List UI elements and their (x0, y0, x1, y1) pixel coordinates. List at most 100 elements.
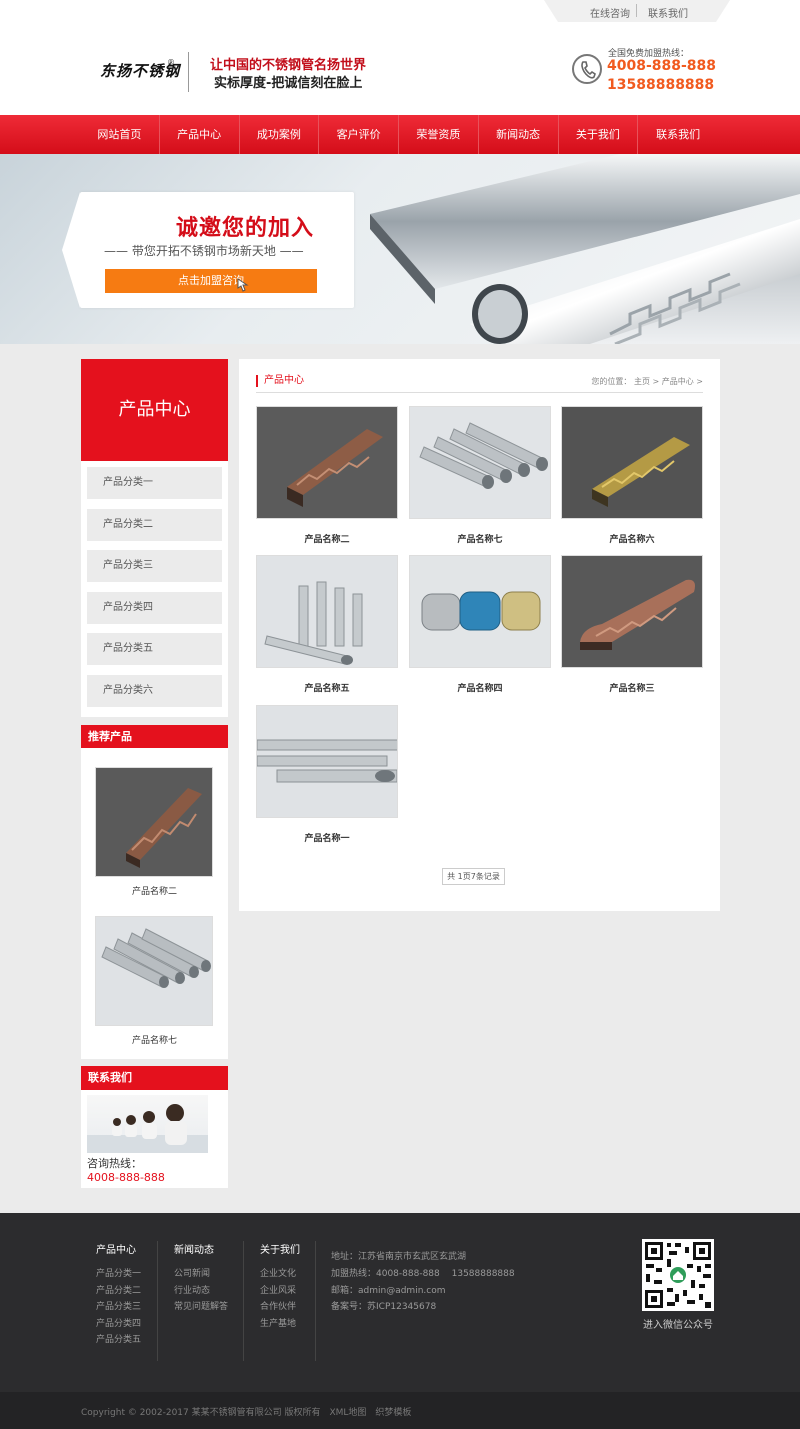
product-card[interactable]: 产品名称四 (409, 555, 551, 694)
footer-link[interactable]: 产品分类二 (96, 1283, 141, 1300)
footer-link[interactable]: 企业文化 (260, 1266, 300, 1283)
wechat-qr-code (642, 1239, 714, 1311)
sidebar-title: 产品中心 (81, 359, 228, 461)
product-card[interactable]: 产品名称三 (561, 555, 703, 694)
category-item-4[interactable]: 产品分类四 (87, 592, 222, 624)
hotline-number-2: 13588888888 (607, 77, 715, 93)
footer-column-title[interactable]: 新闻动态 (174, 1241, 228, 1256)
footer-column-products: 产品中心 产品分类一 产品分类二 产品分类三 产品分类四 产品分类五 (96, 1241, 141, 1349)
main-nav: 网站首页 产品中心 成功案例 客户评价 荣誉资质 新闻动态 关于我们 联系我们 (0, 115, 800, 154)
footer-column-news: 新闻动态 公司新闻 行业动态 常见问题解答 (174, 1241, 228, 1316)
footer-link[interactable]: 合作伙伴 (260, 1299, 300, 1316)
nav-item-about[interactable]: 关于我们 (559, 115, 639, 154)
category-item-3[interactable]: 产品分类三 (87, 550, 222, 582)
nav-item-cases[interactable]: 成功案例 (240, 115, 320, 154)
product-card[interactable]: 产品名称五 (256, 555, 398, 694)
footer-email: 邮箱：admin@admin.com (331, 1286, 446, 1296)
nav-item-honors[interactable]: 荣誉资质 (399, 115, 479, 154)
footer-link[interactable]: 常见问题解答 (174, 1299, 228, 1316)
banner-subtitle: —— 带您开拓不锈钢市场新天地 —— (104, 244, 304, 258)
registered-mark: ® (167, 58, 175, 67)
contact-hotline-number: 4008-888-888 (87, 1171, 165, 1184)
hero-banner: 诚邀您的加入 —— 带您开拓不锈钢市场新天地 —— 点击加盟咨询 (0, 154, 800, 344)
nav-item-home[interactable]: 网站首页 (80, 115, 160, 154)
product-image[interactable] (409, 406, 551, 519)
online-consult-link[interactable]: 在线咨询 (590, 5, 630, 20)
footer-hotline: 加盟热线：4008-888-888 13588888888 (331, 1269, 515, 1279)
contact-us-link[interactable]: 联系我们 (648, 5, 688, 20)
nav-item-contact[interactable]: 联系我们 (638, 115, 718, 154)
product-name[interactable]: 产品名称二 (256, 532, 398, 545)
product-name[interactable]: 产品名称四 (409, 681, 551, 694)
contact-box: 咨询热线： 4008-888-888 (81, 1090, 228, 1188)
slogan-line-1: 让中国的不锈钢管名扬世界 (210, 58, 367, 73)
recommend-image-1[interactable] (95, 767, 213, 877)
footer-divider (315, 1241, 316, 1361)
footer-link[interactable]: 公司新闻 (174, 1266, 228, 1283)
product-name[interactable]: 产品名称三 (561, 681, 703, 694)
footer-link[interactable]: 企业风采 (260, 1283, 300, 1300)
category-item-5[interactable]: 产品分类五 (87, 633, 222, 665)
footer-column-about: 关于我们 企业文化 企业风采 合作伙伴 生产基地 (260, 1241, 300, 1332)
contact-hotline-label: 咨询热线： (87, 1157, 142, 1170)
product-card[interactable]: 产品名称二 (256, 406, 398, 545)
category-item-2[interactable]: 产品分类二 (87, 509, 222, 541)
phone-icon (572, 54, 602, 84)
product-card[interactable]: 产品名称七 (409, 406, 551, 545)
product-panel: 产品中心 您的位置： 主页 > 产品中心 > 产品名称二 产品名称七 产品名称六… (239, 359, 720, 911)
slogan-line-2: 实标厚度-把诚信刻在脸上 (214, 76, 363, 91)
product-image[interactable] (561, 555, 703, 668)
footer-address: 地址：江苏省南京市玄武区玄武湖 (331, 1252, 467, 1262)
footer-link[interactable]: 生产基地 (260, 1316, 300, 1333)
recommend-image-2[interactable] (95, 916, 213, 1026)
join-consult-button[interactable]: 点击加盟咨询 (105, 269, 317, 293)
footer-link[interactable]: 产品分类四 (96, 1316, 141, 1333)
footer-link[interactable]: 行业动态 (174, 1283, 228, 1300)
footer-link[interactable]: 产品分类一 (96, 1266, 141, 1283)
recommend-caption-1[interactable]: 产品名称二 (81, 884, 228, 897)
pagination-info: 共 1页7条记录 (442, 868, 505, 885)
product-image[interactable] (409, 555, 551, 668)
banner-title: 诚邀您的加入 (176, 216, 315, 241)
product-name[interactable]: 产品名称六 (561, 532, 703, 545)
product-card[interactable]: 产品名称一 (256, 705, 398, 844)
recommend-title: 推荐产品 (81, 725, 228, 748)
product-image[interactable] (256, 555, 398, 668)
footer-column-title[interactable]: 产品中心 (96, 1241, 141, 1256)
qr-caption: 进入微信公众号 (643, 1320, 713, 1331)
footer-column-title[interactable]: 关于我们 (260, 1241, 300, 1256)
footer-link[interactable]: 产品分类三 (96, 1299, 141, 1316)
steel-pipes-image (370, 154, 800, 344)
footer-divider (243, 1241, 244, 1361)
copyright-text: Copyright © 2002-2017 某某不锈钢管有限公司 版权所有 XM… (81, 1408, 412, 1418)
top-link-divider (636, 4, 637, 17)
nav-item-reviews[interactable]: 客户评价 (319, 115, 399, 154)
logo-divider (188, 52, 189, 92)
nav-item-news[interactable]: 新闻动态 (479, 115, 559, 154)
contact-title: 联系我们 (81, 1066, 228, 1090)
product-name[interactable]: 产品名称七 (409, 532, 551, 545)
copyright-bar: Copyright © 2002-2017 某某不锈钢管有限公司 版权所有 XM… (0, 1392, 800, 1429)
footer-icp: 备案号：苏ICP12345678 (331, 1302, 437, 1312)
nav-item-products[interactable]: 产品中心 (160, 115, 240, 154)
product-name[interactable]: 产品名称五 (256, 681, 398, 694)
join-card: 诚邀您的加入 —— 带您开拓不锈钢市场新天地 —— 点击加盟咨询 (62, 192, 354, 308)
recommend-list: 产品名称二 产品名称七 (81, 748, 228, 1059)
breadcrumb[interactable]: 您的位置： 主页 > 产品中心 > (591, 376, 703, 387)
category-item-6[interactable]: 产品分类六 (87, 675, 222, 707)
category-item-1[interactable]: 产品分类一 (87, 467, 222, 499)
pointer-hand-icon (237, 278, 249, 292)
recommend-caption-2[interactable]: 产品名称七 (81, 1033, 228, 1046)
panel-title: 产品中心 (256, 375, 304, 387)
footer-divider (157, 1241, 158, 1361)
customer-service-image (87, 1095, 208, 1153)
footer-link[interactable]: 产品分类五 (96, 1332, 141, 1349)
category-list: 产品分类一 产品分类二 产品分类三 产品分类四 产品分类五 产品分类六 (81, 461, 228, 717)
product-image[interactable] (561, 406, 703, 519)
site-header: 东扬不锈钢 ® 让中国的不锈钢管名扬世界 实标厚度-把诚信刻在脸上 全国免费加盟… (0, 22, 800, 115)
product-image[interactable] (256, 406, 398, 519)
product-name[interactable]: 产品名称一 (256, 831, 398, 844)
product-card[interactable]: 产品名称六 (561, 406, 703, 545)
product-image[interactable] (256, 705, 398, 818)
top-link-tab (544, 0, 730, 22)
